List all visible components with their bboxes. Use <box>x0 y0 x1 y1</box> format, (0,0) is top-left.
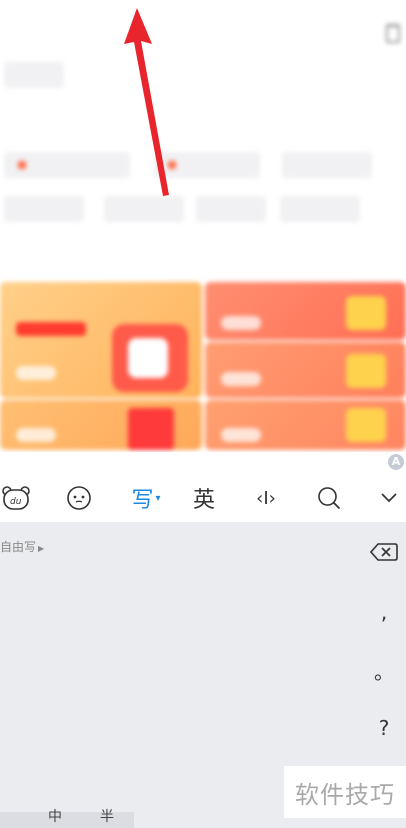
english-mode-label: 英 <box>192 488 215 513</box>
annotation-arrow-icon <box>124 8 169 196</box>
backspace-key[interactable] <box>362 522 406 582</box>
triangle-right-icon: ▶ <box>38 544 45 553</box>
cursor-move-icon[interactable]: ‹I› <box>246 474 286 522</box>
write-mode-label: 写 <box>131 488 154 513</box>
free-write-mode-toggle[interactable]: 自由写 ▶ <box>0 538 44 555</box>
search-icon[interactable] <box>312 474 346 522</box>
background-app-content <box>0 0 406 452</box>
emoji-icon[interactable] <box>62 474 96 522</box>
period-key[interactable]: 。 <box>362 640 406 700</box>
collapse-chevron-icon[interactable] <box>372 474 406 522</box>
comma-key[interactable]: , <box>362 582 406 642</box>
svg-text:du: du <box>10 497 22 507</box>
chinese-key[interactable]: 中 <box>48 806 62 826</box>
chevron-down-icon: ▾ <box>155 492 161 504</box>
half-width-key[interactable]: 半 <box>100 806 114 826</box>
question-key[interactable]: ? <box>362 698 406 758</box>
du-bear-icon[interactable]: du <box>0 474 32 522</box>
tab-english[interactable]: 英 <box>186 474 222 522</box>
bottom-key-row: 中 半 <box>0 809 134 828</box>
watermark-text: 软件技巧 <box>284 766 406 818</box>
keyboard-toolbar: du 写 ▾ 英 ‹I› <box>0 474 406 522</box>
tab-handwrite[interactable]: 写 ▾ <box>124 474 168 522</box>
accessibility-icon[interactable]: A <box>388 454 404 470</box>
